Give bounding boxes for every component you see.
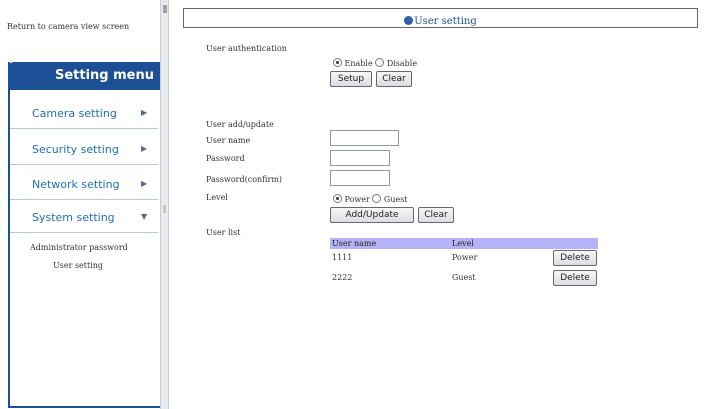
chevron-down-icon: ▼	[141, 212, 148, 221]
disable-radio[interactable]	[375, 58, 385, 67]
add-update-clear-button[interactable]: Clear	[418, 207, 454, 223]
column-header-level: Level	[452, 239, 474, 248]
chevron-right-icon: ▶	[141, 179, 148, 188]
submenu-user-setting[interactable]: User setting	[53, 261, 103, 270]
sidebar-item-system-setting[interactable]: System setting ▼	[10, 204, 158, 233]
sidebar-item-camera-setting[interactable]: Camera setting ▶	[10, 100, 158, 129]
add-update-button[interactable]: Add/Update	[330, 207, 414, 223]
power-radio-label: Power	[344, 195, 370, 204]
submenu-administrator-password[interactable]: Administrator password	[30, 243, 128, 252]
sidebar: Return to camera view screen Setting men…	[0, 0, 162, 409]
sidebar-item-label: Camera setting	[32, 107, 117, 120]
enable-radio[interactable]	[333, 58, 342, 67]
collapse-handle-icon[interactable]	[163, 5, 167, 13]
power-radio[interactable]	[333, 194, 342, 203]
page-title-bar: User setting	[183, 8, 698, 28]
table-row: 1111 Power Delete	[330, 250, 598, 268]
frame-divider[interactable]	[160, 0, 169, 409]
splitter-grip-icon	[163, 205, 166, 213]
level-cell: Guest	[452, 273, 476, 282]
level-radio-group: Power Guest	[333, 194, 408, 204]
sidebar-item-label: System setting	[32, 211, 115, 224]
guest-radio-label: Guest	[383, 195, 408, 204]
table-row: 2222 Guest Delete	[330, 270, 598, 288]
authentication-radio-group: Enable Disable	[333, 58, 417, 68]
chevron-right-icon: ▶	[141, 108, 148, 117]
user-name-cell: 1111	[332, 253, 353, 262]
sidebar-item-network-setting[interactable]: Network setting ▶	[10, 171, 158, 200]
disable-radio-label: Disable	[386, 59, 418, 68]
enable-radio-label: Enable	[344, 59, 373, 68]
password-label: Password	[206, 154, 245, 163]
sidebar-item-label: Security setting	[32, 143, 119, 156]
chevron-right-icon: ▶	[141, 144, 148, 153]
globe-icon	[404, 16, 414, 25]
setting-menu-title: Setting menu	[54, 68, 154, 83]
user-add-update-label: User add/update	[206, 120, 274, 129]
password-field[interactable]	[330, 150, 390, 166]
setting-menu-header: Setting menu	[8, 62, 160, 90]
user-name-cell: 2222	[332, 273, 353, 282]
level-label: Level	[206, 193, 228, 202]
guest-radio[interactable]	[372, 194, 382, 203]
password-confirm-field[interactable]	[330, 170, 390, 186]
setup-button[interactable]: Setup	[330, 71, 372, 87]
password-confirm-label: Password(confirm)	[206, 175, 283, 184]
column-header-user-name: User name	[332, 239, 377, 248]
user-name-field[interactable]	[330, 130, 399, 146]
sidebar-item-label: Network setting	[32, 178, 120, 191]
return-to-camera-view-link[interactable]: Return to camera view screen	[7, 22, 129, 31]
delete-button[interactable]: Delete	[553, 250, 597, 266]
page-title: User setting	[414, 16, 477, 27]
user-list-header: User name Level	[330, 238, 598, 249]
delete-button[interactable]: Delete	[553, 270, 597, 286]
auth-clear-button[interactable]: Clear	[376, 71, 412, 87]
user-list-label: User list	[206, 228, 241, 237]
user-authentication-label: User authentication	[206, 44, 287, 53]
user-name-label: User name	[206, 136, 251, 145]
sidebar-item-security-setting[interactable]: Security setting ▶	[10, 136, 158, 165]
level-cell: Power	[452, 253, 478, 262]
